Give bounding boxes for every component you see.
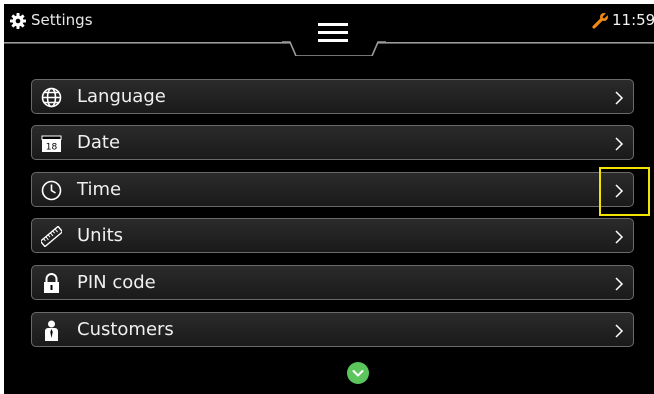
wrench-icon xyxy=(592,12,609,29)
menu-item-time[interactable]: Time xyxy=(31,172,634,207)
chevron-right-icon xyxy=(615,230,624,244)
clock-time: 11:59 xyxy=(612,11,654,29)
chevron-right-icon xyxy=(615,137,624,151)
settings-screen: Settings 11:59 Language 18 Date Time Uni… xyxy=(4,4,654,394)
calendar-day: 18 xyxy=(46,143,58,153)
clock-icon xyxy=(41,180,62,201)
chevron-right-icon xyxy=(615,91,624,105)
menu-item-units[interactable]: Units xyxy=(31,218,634,253)
menu-item-label: Date xyxy=(77,132,121,153)
chevron-down-icon xyxy=(352,370,364,377)
gear-icon xyxy=(10,13,26,29)
menu-item-label: Customers xyxy=(77,319,174,340)
menu-item-label: Units xyxy=(77,225,124,246)
calendar-icon: 18 xyxy=(41,135,62,153)
menu-item-date[interactable]: 18 Date xyxy=(31,125,634,160)
menu-item-label: Language xyxy=(77,86,166,107)
menu-item-label: PIN code xyxy=(77,272,156,293)
menu-item-label: Time xyxy=(77,179,122,200)
menu-item-customers[interactable]: Customers xyxy=(31,312,634,347)
menu-item-pin-code[interactable]: PIN code xyxy=(31,265,634,300)
hamburger-menu-icon[interactable] xyxy=(318,23,348,43)
page-title: Settings xyxy=(31,11,93,29)
chevron-right-icon xyxy=(615,277,624,291)
scroll-down-button[interactable] xyxy=(347,362,369,384)
lock-icon xyxy=(44,273,59,293)
ruler-icon xyxy=(41,226,62,247)
person-icon xyxy=(45,320,58,341)
menu-item-language[interactable]: Language xyxy=(31,79,634,114)
chevron-right-icon xyxy=(615,324,624,338)
highlight-box xyxy=(599,167,650,216)
globe-icon xyxy=(41,87,62,108)
